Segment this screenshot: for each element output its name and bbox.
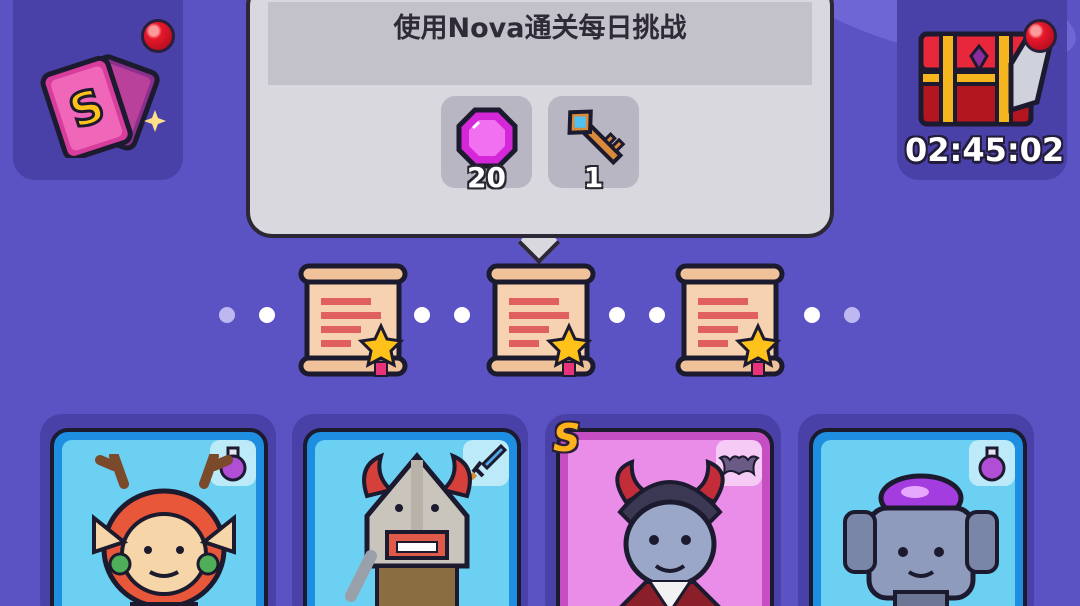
- card-collection-button[interactable]: S: [13, 0, 183, 180]
- progress-dot: [609, 307, 625, 323]
- hero-card-antlered-elf[interactable]: [50, 428, 268, 606]
- progress-dot: [414, 307, 430, 323]
- vampire-hero-portrait: [615, 458, 725, 606]
- s-card-icon: S: [40, 54, 166, 158]
- reward-key: 1: [548, 96, 639, 194]
- progress-dot: [804, 307, 820, 323]
- progress-dot: [649, 307, 665, 323]
- reward-count: 20: [467, 161, 506, 194]
- hero-card-purple-golem[interactable]: [809, 428, 1027, 606]
- challenge-title: 使用Nova通关每日挑战: [393, 13, 687, 44]
- notification-dot: [1023, 19, 1057, 53]
- progress-dot: [454, 307, 470, 323]
- rank-badge: S: [553, 416, 581, 460]
- challenge-scroll-2[interactable]: [485, 262, 597, 382]
- hero-card-vampire[interactable]: [556, 428, 774, 606]
- golem-hero-portrait: [843, 473, 999, 606]
- scroll-icon: [298, 263, 408, 377]
- progress-dot: [219, 307, 235, 323]
- challenge-scroll-1[interactable]: [297, 262, 409, 382]
- reward-count: 1: [583, 161, 604, 194]
- challenge-scroll-3[interactable]: [674, 262, 786, 382]
- scroll-icon: [486, 263, 596, 377]
- elf-hero-portrait: [92, 454, 236, 606]
- notification-dot: [141, 19, 175, 53]
- chest-timer: 02:45:02: [905, 131, 1065, 169]
- progress-dot: [259, 307, 275, 323]
- scroll-icon: [675, 263, 785, 377]
- daily-challenge-tooltip: 使用Nova通关每日挑战 20 1: [246, 0, 834, 238]
- progress-dot: [844, 307, 860, 323]
- knight-hero-portrait: [345, 452, 472, 606]
- reward-gem: 20: [441, 96, 532, 194]
- hero-card-horned-knight[interactable]: [303, 428, 521, 606]
